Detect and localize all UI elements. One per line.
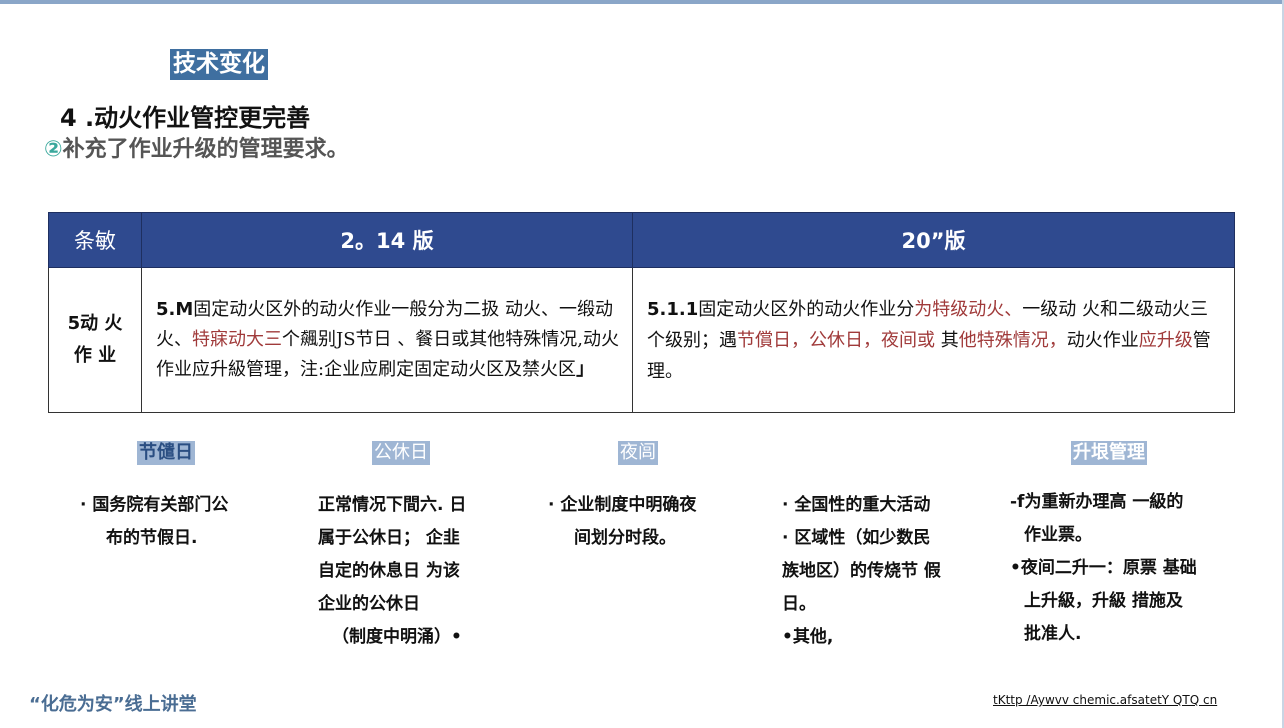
note-line: 正常情况下間六. 日: [318, 495, 467, 515]
category-holiday: 节儙日: [137, 441, 195, 465]
clause-cell: 5动 火 作 业: [48, 267, 142, 413]
note-line: 属于公休日； 企韭: [318, 528, 460, 548]
note-line: •夜间二升一：原票 基础: [1010, 558, 1197, 578]
new-text: 其: [935, 329, 959, 351]
note-line: 批准人.: [1024, 624, 1082, 644]
section-tag: 技术变化: [170, 49, 268, 80]
clause-line: 5动 火: [67, 313, 123, 334]
note-line: 族地区）的传烧节 假: [782, 561, 941, 581]
footer-brand: “化危为安”线上讲堂: [29, 694, 197, 715]
clause-line: 作 业: [73, 345, 117, 366]
top-border-line: [0, 0, 1284, 4]
new-version-cell: 5.1.1固定动火区外的动火作业分为特级动火、一级动 火和二级动火三个级别；遇节…: [632, 267, 1235, 413]
footer-url[interactable]: tKttp /Aywvv chemic.afsatetY QTQ cn: [993, 693, 1217, 707]
new-highlight: 他特殊情况，: [958, 329, 1067, 351]
note-line: · 区域性（如少数民: [782, 528, 931, 548]
note-line: · 企业制度中明确夜: [548, 495, 697, 515]
note-line: 自定的休息日 为该: [318, 561, 460, 581]
category-upgrade-management: 升垠管理: [1071, 441, 1147, 465]
old-clause-number: 5.M: [156, 299, 194, 320]
note-line: 间划分时段。: [574, 528, 676, 548]
new-highlight: 应升级: [1138, 329, 1193, 351]
note-line: 上升級，升級 措施及: [1024, 591, 1183, 611]
category-rest-day: 公休日: [372, 441, 430, 465]
page-title: 4 .动火作业管控更完善: [60, 104, 311, 132]
new-text: 固定动火区外的动火作业分: [698, 298, 915, 320]
note-line: 日。: [782, 594, 816, 614]
new-highlight: 为特级动火、: [914, 298, 1023, 320]
header-old-version: 2。14 版: [141, 212, 633, 268]
category-night: 夜闾: [618, 441, 658, 465]
note-line: · 国务院有关部门公: [80, 495, 229, 515]
table-row: 5动 火 作 业 5.M固定动火区外的动火作业一般分为二扱 动火、一缎动火、特寐…: [48, 267, 1235, 413]
comparison-table: 条敏 2。14 版 20”版 5动 火 作 业 5.M固定动火区外的动火作业一般…: [48, 212, 1235, 413]
holiday-scope-note: · 全国性的重大活动 · 区域性（如少数民 族地区）的传烧节 假 日。 •其他,: [782, 489, 962, 654]
note-line: （制度中明涌）•: [332, 627, 462, 647]
night-note: · 企业制度中明确夜 间划分时段。: [548, 489, 738, 555]
circled-number: ②: [44, 137, 63, 162]
note-line: 作业票。: [1024, 525, 1092, 545]
header-new-version: 20”版: [632, 212, 1235, 268]
note-line: •其他,: [782, 627, 834, 647]
page-subtitle: ②补充了作业升级的管理要求。: [44, 131, 349, 163]
old-highlight: 特寐动大三: [192, 329, 282, 350]
upgrade-management-note: -f为重新办理高 一級的 作业票。 •夜间二升一：原票 基础 上升級，升級 措施…: [1010, 486, 1220, 651]
old-version-cell: 5.M固定动火区外的动火作业一般分为二扱 动火、一缎动火、特寐动大三个飆别JS节…: [141, 267, 633, 413]
note-line: -f为重新办理高 一級的: [1010, 492, 1184, 512]
new-clause-number: 5.1.1: [647, 298, 699, 320]
new-text: 动火作业: [1066, 329, 1139, 351]
new-highlight: 节償日，公休日，夜间或: [737, 329, 935, 351]
note-line: 企业的公休日: [318, 594, 420, 614]
old-end-mark: 」: [576, 359, 595, 380]
holiday-note: · 国务院有关部门公 布的节假日.: [80, 489, 270, 555]
subtitle-text: 补充了作业升级的管理要求。: [62, 137, 349, 162]
header-clause: 条敏: [48, 212, 142, 268]
note-line: 布的节假日.: [106, 528, 198, 548]
note-line: · 全国性的重大活动: [782, 495, 931, 515]
table-header-row: 条敏 2。14 版 20”版: [48, 212, 1235, 268]
rest-day-note: 正常情况下間六. 日 属于公休日； 企韭 自定的休息日 为该 企业的公休日 （制…: [318, 489, 488, 654]
